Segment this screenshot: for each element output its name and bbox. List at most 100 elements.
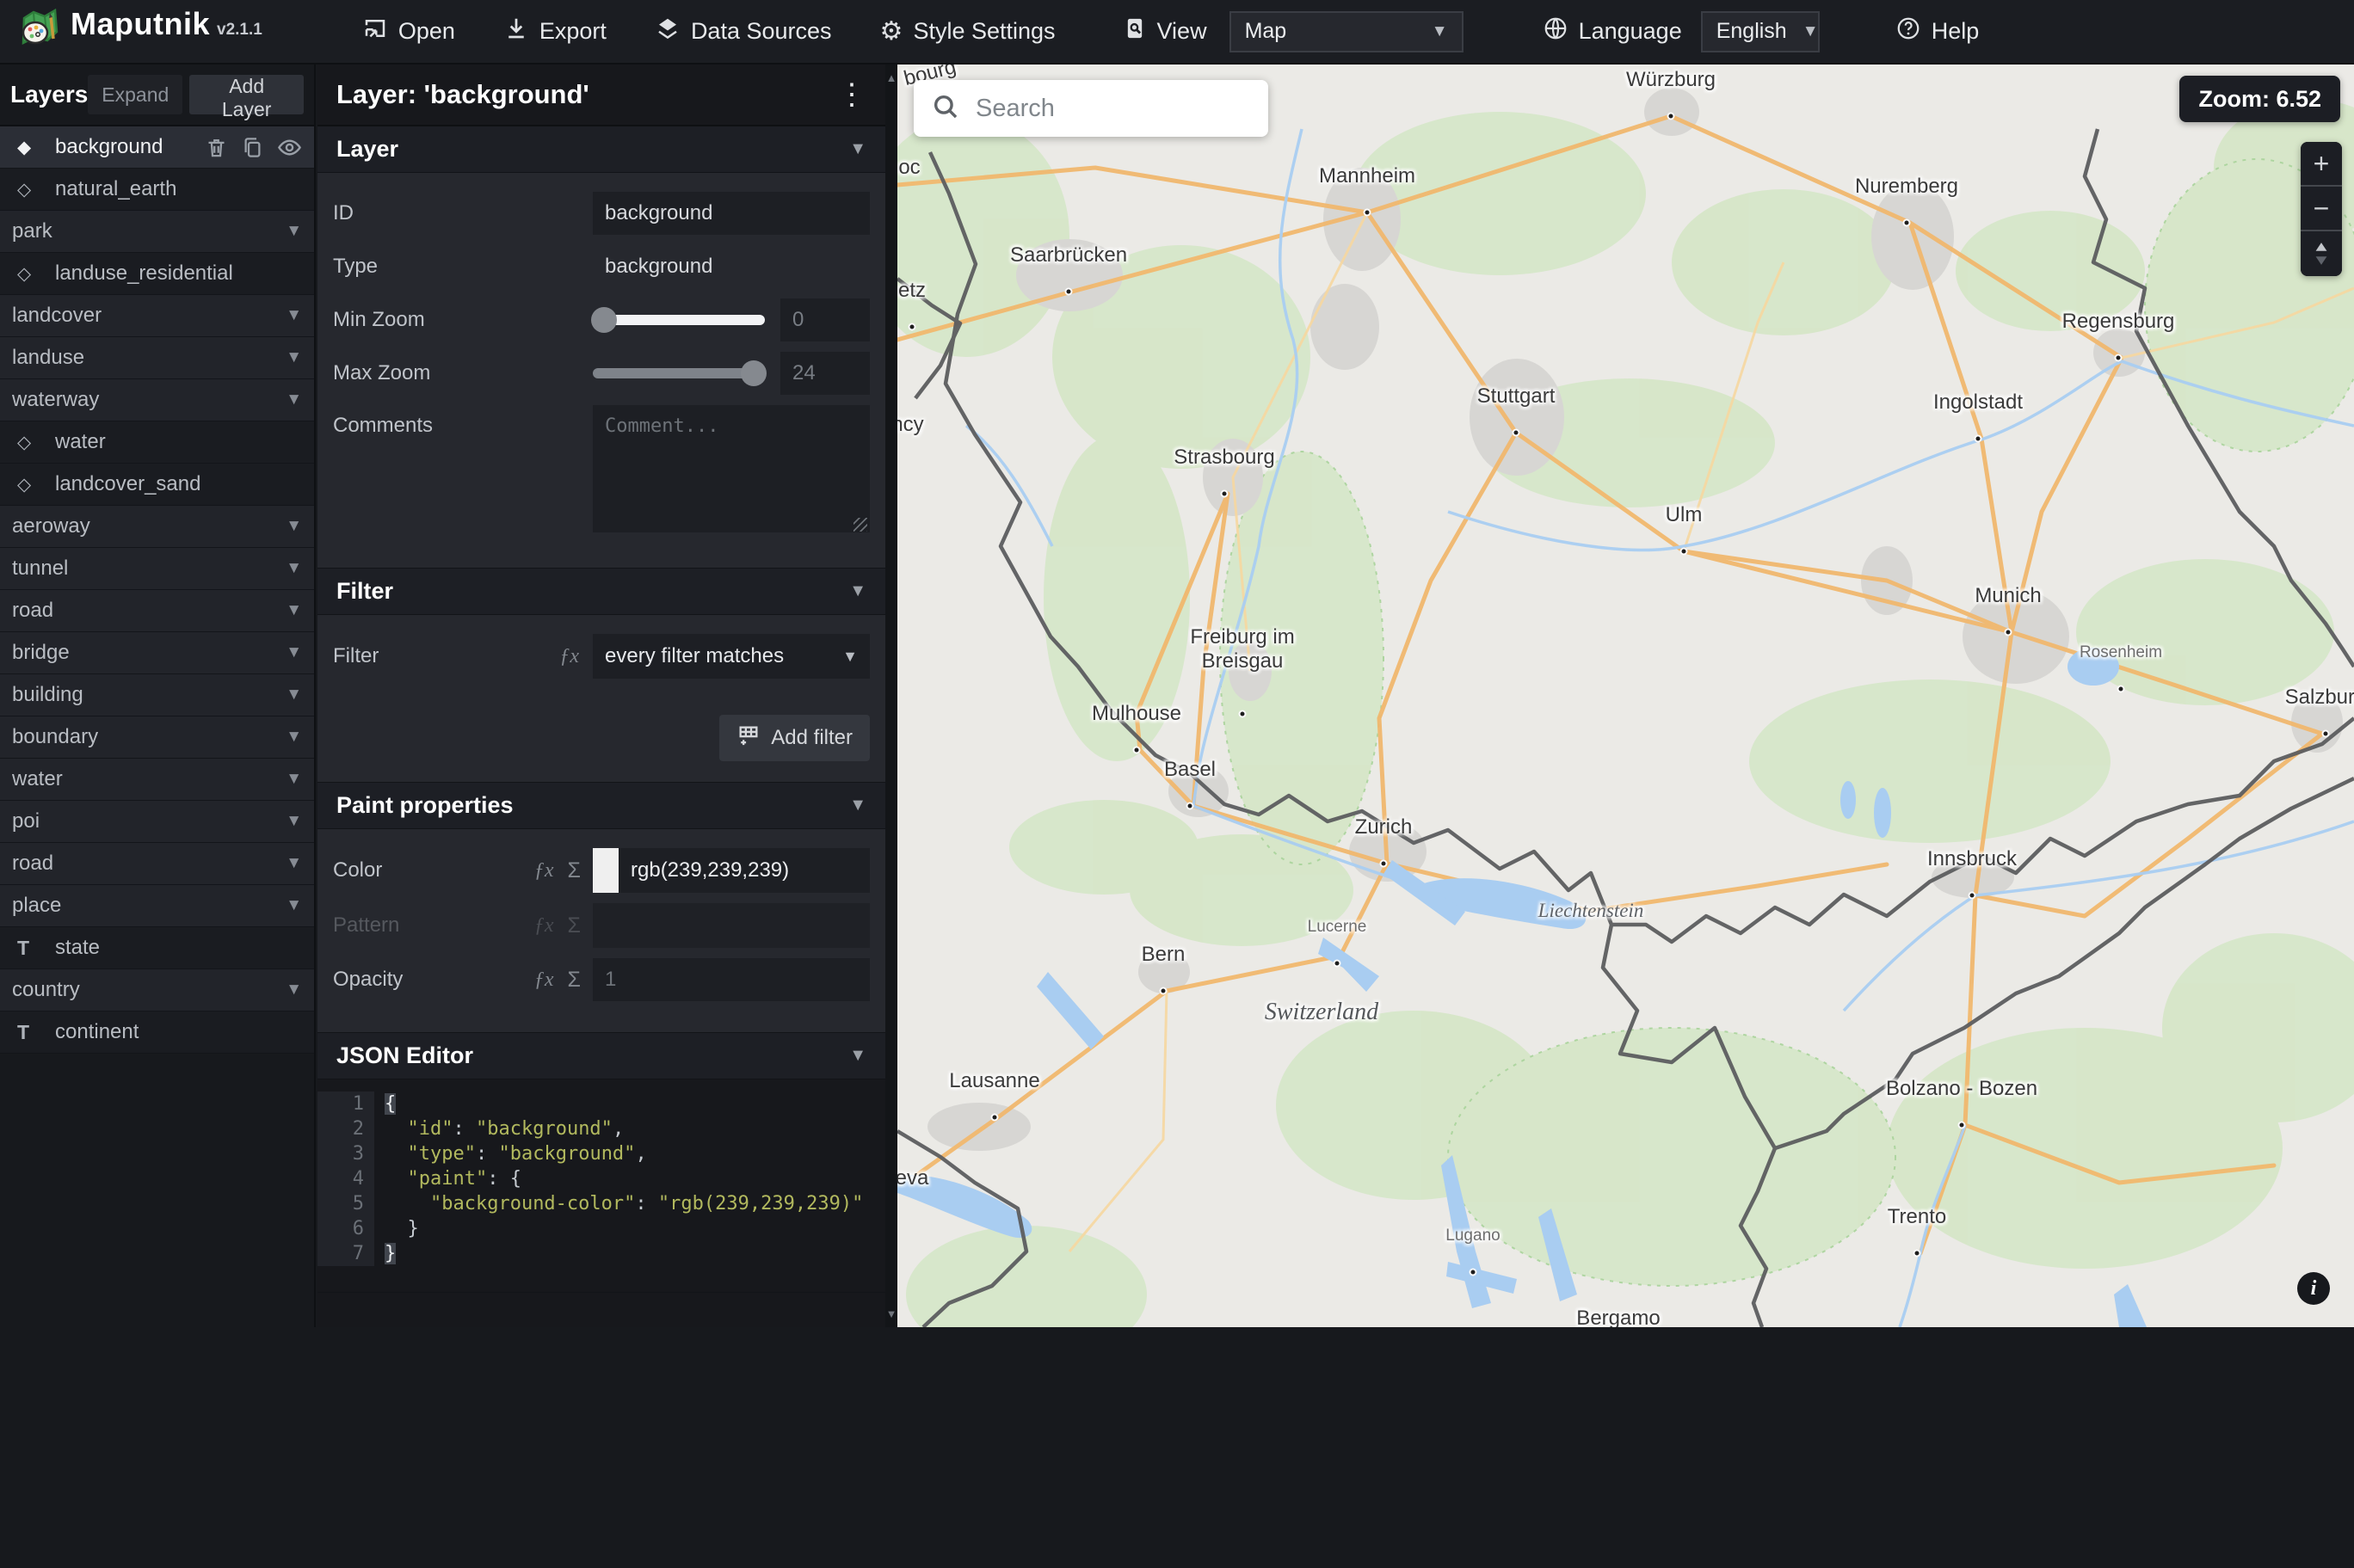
function-fx-icon: ƒx bbox=[533, 913, 554, 937]
layer-label: bridge bbox=[12, 641, 70, 664]
add-filter-button[interactable]: Add filter bbox=[719, 715, 870, 761]
json-editor[interactable]: 1{2 "id": "background", 3 "type": "backgr… bbox=[317, 1079, 885, 1293]
map-label-zurich: Zurich bbox=[1354, 815, 1413, 839]
sigma-zoom-function-icon[interactable]: Σ bbox=[568, 858, 581, 883]
function-fx-icon[interactable]: ƒx bbox=[559, 645, 579, 668]
language-select[interactable]: English ▼ bbox=[1700, 10, 1820, 52]
editor-scrollbar[interactable]: ▲ ▼ bbox=[885, 65, 897, 1327]
duplicate-icon[interactable] bbox=[241, 136, 264, 159]
map-canvas[interactable]: bourg oc Würzburg Mannheim Nuremberg Saarbrüc… bbox=[897, 65, 2354, 1327]
layer-label: park bbox=[12, 219, 52, 243]
layer-group-park[interactable]: park ▼ bbox=[0, 211, 314, 253]
chevron-down-icon: ▼ bbox=[849, 796, 866, 815]
map-label-trento: Trento bbox=[1887, 1205, 1947, 1228]
layer-group-landcover[interactable]: landcover ▼ bbox=[0, 295, 314, 337]
layer-item-water[interactable]: ◇ water bbox=[0, 421, 314, 464]
pitch-bearing-button[interactable] bbox=[2301, 231, 2342, 276]
section-header-filter[interactable]: Filter ▼ bbox=[317, 569, 885, 615]
layer-item-continent[interactable]: Tcontinent bbox=[0, 1012, 314, 1054]
id-input[interactable] bbox=[593, 192, 870, 235]
layer-item-landcover_sand[interactable]: ◇ landcover_sand bbox=[0, 464, 314, 506]
section-title-filter: Filter bbox=[336, 578, 394, 604]
sigma-zoom-function-icon: Σ bbox=[567, 913, 581, 938]
json-line-7: 7} bbox=[317, 1241, 885, 1266]
comments-textarea[interactable] bbox=[593, 405, 870, 532]
view-select[interactable]: Map ▼ bbox=[1229, 10, 1464, 52]
opacity-input[interactable] bbox=[593, 958, 870, 1001]
layer-label: state bbox=[55, 936, 101, 959]
sigma-zoom-function-icon[interactable]: Σ bbox=[568, 968, 581, 993]
type-label: Type bbox=[333, 255, 379, 278]
zoom-out-button[interactable]: − bbox=[2301, 187, 2342, 231]
scroll-down-icon[interactable]: ▼ bbox=[885, 1307, 897, 1320]
max-zoom-input[interactable] bbox=[780, 352, 870, 395]
section-header-json-editor[interactable]: JSON Editor ▼ bbox=[317, 1033, 885, 1079]
help-menu-item[interactable]: Help bbox=[1895, 15, 1979, 47]
layer-label: water bbox=[55, 430, 106, 453]
open-menu-item[interactable]: Open bbox=[362, 15, 455, 47]
function-fx-icon[interactable]: ƒx bbox=[534, 859, 554, 882]
layer-item-landuse_residential[interactable]: ◇ landuse_residential bbox=[0, 253, 314, 295]
section-header-paint[interactable]: Paint properties ▼ bbox=[317, 783, 885, 829]
map-label-innsbruck: Innsbruck bbox=[1926, 847, 2018, 870]
filter-combinator-select[interactable]: every filter matches ▼ bbox=[593, 634, 870, 679]
layer-group-road[interactable]: road ▼ bbox=[0, 843, 314, 885]
pattern-input[interactable] bbox=[593, 903, 870, 948]
chevron-down-icon: ▼ bbox=[286, 728, 302, 746]
filter-combinator-value: every filter matches bbox=[605, 644, 785, 667]
layer-item-background[interactable]: ◆ background bbox=[0, 126, 314, 169]
style-settings-menu-item[interactable]: ⚙ Style Settings bbox=[880, 18, 1056, 45]
min-zoom-slider[interactable] bbox=[591, 307, 765, 333]
layer-group-waterway[interactable]: waterway ▼ bbox=[0, 379, 314, 421]
map-label-saarbrücken: Saarbrücken bbox=[1009, 243, 1128, 267]
min-zoom-slider-thumb[interactable] bbox=[591, 307, 617, 333]
map-label-oc: oc bbox=[898, 156, 921, 179]
layer-menu-kebab-icon[interactable]: ⋮ bbox=[837, 80, 866, 109]
map-search-box bbox=[914, 80, 1268, 137]
layer-label: landuse_residential bbox=[55, 261, 233, 285]
layer-group-country[interactable]: country ▼ bbox=[0, 969, 314, 1012]
layer-item-state[interactable]: Tstate bbox=[0, 927, 314, 969]
max-zoom-slider[interactable] bbox=[593, 360, 767, 386]
color-field-row: Color ƒx Σ bbox=[333, 848, 885, 893]
layer-group-place[interactable]: place ▼ bbox=[0, 885, 314, 927]
map-city-dot bbox=[1667, 112, 1675, 120]
layer-label: building bbox=[12, 683, 83, 706]
chevron-down-icon: ▼ bbox=[286, 601, 302, 619]
map-label-ingolstadt: Ingolstadt bbox=[1932, 390, 2024, 414]
color-input[interactable] bbox=[619, 858, 885, 882]
map-label-basel: Basel bbox=[1163, 758, 1217, 781]
export-menu-item[interactable]: Export bbox=[503, 15, 607, 47]
max-zoom-slider-thumb[interactable] bbox=[741, 360, 767, 386]
layer-group-aeroway[interactable]: aeroway ▼ bbox=[0, 506, 314, 548]
map-city-dot bbox=[1957, 1121, 1966, 1129]
section-header-layer[interactable]: Layer ▼ bbox=[317, 126, 885, 173]
layer-group-tunnel[interactable]: tunnel ▼ bbox=[0, 548, 314, 590]
visibility-eye-icon[interactable] bbox=[277, 135, 302, 160]
layer-label: country bbox=[12, 978, 80, 1001]
layer-group-boundary[interactable]: boundary ▼ bbox=[0, 716, 314, 759]
map-label-stuttgart: Stuttgart bbox=[1476, 384, 1556, 408]
layer-group-building[interactable]: building ▼ bbox=[0, 674, 314, 716]
layer-group-road[interactable]: road ▼ bbox=[0, 590, 314, 632]
layer-group-water[interactable]: water ▼ bbox=[0, 759, 314, 801]
attribution-info-icon[interactable]: i bbox=[2297, 1272, 2330, 1305]
layer-group-bridge[interactable]: bridge ▼ bbox=[0, 632, 314, 674]
search-input[interactable] bbox=[976, 94, 1251, 123]
trash-icon[interactable] bbox=[205, 136, 228, 159]
color-swatch[interactable] bbox=[593, 848, 619, 893]
layer-actions bbox=[205, 135, 302, 160]
function-fx-icon[interactable]: ƒx bbox=[534, 968, 554, 992]
expand-button[interactable]: Expand bbox=[88, 75, 183, 114]
scroll-up-icon[interactable]: ▲ bbox=[885, 71, 897, 84]
zoom-in-button[interactable]: + bbox=[2301, 142, 2342, 187]
add-layer-button[interactable]: Add Layer bbox=[189, 75, 304, 120]
map-label-bolzano-bozen: Bolzano - Bozen bbox=[1885, 1077, 2038, 1100]
type-field-row: Type background bbox=[333, 245, 870, 288]
layer-item-natural_earth[interactable]: ◇ natural_earth bbox=[0, 169, 314, 211]
chevron-down-icon: ▼ bbox=[286, 981, 302, 999]
min-zoom-input[interactable] bbox=[780, 298, 870, 341]
layer-group-poi[interactable]: poi ▼ bbox=[0, 801, 314, 843]
data-sources-menu-item[interactable]: Data Sources bbox=[655, 15, 832, 47]
layer-group-landuse[interactable]: landuse ▼ bbox=[0, 337, 314, 379]
